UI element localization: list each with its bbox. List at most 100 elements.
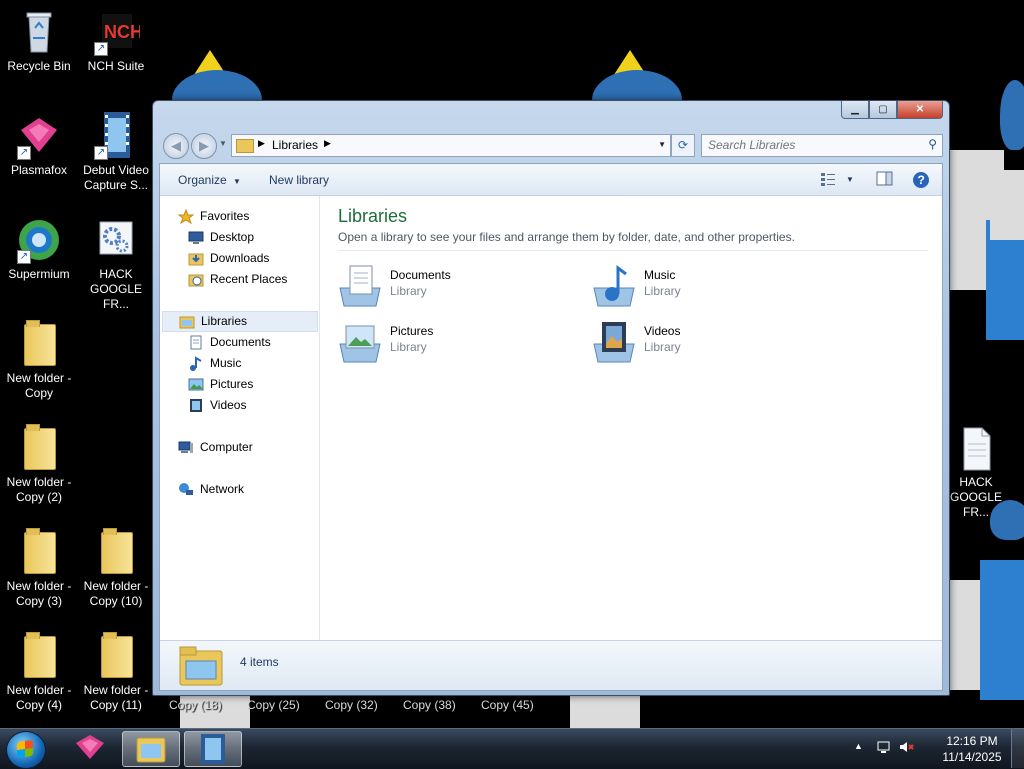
shortcut-arrow-icon: ↗ xyxy=(94,42,108,56)
pictures-library-icon xyxy=(336,320,384,364)
library-name: Videos xyxy=(644,324,681,338)
partial-desktop-label: Copy (18) xyxy=(169,698,222,712)
nav-libraries[interactable]: Libraries xyxy=(162,311,318,332)
refresh-button[interactable]: ⟳ xyxy=(671,134,695,157)
desktop-icon-label: Recycle Bin xyxy=(7,59,71,73)
nav-item-recent-places[interactable]: Recent Places xyxy=(188,270,308,289)
desktop-icon-new-folder-copy-10[interactable]: New folder - Copy (10) xyxy=(78,528,154,609)
breadcrumb-arrow-icon[interactable]: ▶ xyxy=(324,138,331,149)
system-clock[interactable]: 12:16 PM 11/14/2025 xyxy=(940,733,1004,765)
library-documents[interactable]: Documents Library xyxy=(336,260,566,312)
shortcut-arrow-icon: ↗ xyxy=(17,146,31,160)
organize-button[interactable]: Organize ▼ xyxy=(178,173,241,187)
nav-item-music[interactable]: Music xyxy=(188,354,308,373)
taskbar-explorer[interactable] xyxy=(122,731,180,767)
help-button[interactable]: ? xyxy=(912,171,930,188)
navigation-pane: Favorites Desktop Downloads Recent Place… xyxy=(160,196,320,640)
libraries-icon xyxy=(179,314,195,329)
maximize-button[interactable]: ▢ xyxy=(869,101,897,119)
view-options-dropdown[interactable]: ▼ xyxy=(846,175,854,184)
show-hidden-icons-button[interactable]: ▲ xyxy=(854,741,863,751)
forward-button[interactable]: ▶ xyxy=(191,133,217,159)
network-tray-icon[interactable] xyxy=(876,739,892,758)
documents-icon xyxy=(188,335,204,350)
desktop-icon-new-folder-copy[interactable]: New folder - Copy xyxy=(1,320,77,401)
desktop-icon-label: New folder - Copy (2) xyxy=(6,475,72,504)
desktop-icon-new-folder-copy-11[interactable]: New folder - Copy (11) xyxy=(78,632,154,713)
library-name: Music xyxy=(644,268,676,282)
close-button[interactable]: ✕ xyxy=(897,101,943,119)
new-library-button[interactable]: New library xyxy=(269,173,329,187)
search-box[interactable]: ⚲ xyxy=(701,134,943,157)
clock-time: 12:16 PM xyxy=(946,734,998,748)
library-music[interactable]: Music Library xyxy=(590,260,820,312)
taskbar: ▲ 12:16 PM 11/14/2025 xyxy=(0,728,1024,769)
library-videos[interactable]: Videos Library xyxy=(590,316,820,368)
minimize-icon: ▁ xyxy=(851,104,859,115)
desktop-icon-label: New folder - Copy xyxy=(6,371,72,400)
desktop-icon-recycle-bin[interactable]: Recycle Bin xyxy=(1,8,77,74)
desktop-icon-hack-google[interactable]: HACK GOOGLE FR... xyxy=(78,216,154,312)
desktop-icon-new-folder-copy-2[interactable]: New folder - Copy (2) xyxy=(1,424,77,505)
documents-library-icon xyxy=(336,264,384,308)
taskbar-plasmafox[interactable] xyxy=(62,731,118,765)
search-input[interactable] xyxy=(702,135,908,154)
show-desktop-button[interactable] xyxy=(1011,729,1024,768)
library-pictures[interactable]: Pictures Library xyxy=(336,316,566,368)
back-arrow-icon: ◀ xyxy=(171,138,181,153)
search-icon[interactable]: ⚲ xyxy=(928,137,937,151)
recent-pages-dropdown[interactable]: ▼ xyxy=(219,139,227,148)
content-pane: Libraries Open a library to see your fil… xyxy=(320,196,940,640)
desktop-icon-debut-video[interactable]: ↗ Debut Video Capture S... xyxy=(78,112,154,193)
music-library-icon xyxy=(590,264,638,308)
system-tray: ▲ 12:16 PM 11/14/2025 xyxy=(854,729,1024,769)
address-bar[interactable]: ▶ Libraries ▶ ▼ xyxy=(231,134,671,157)
partial-desktop-label: Copy (25) xyxy=(247,698,300,712)
nav-item-pictures[interactable]: Pictures xyxy=(188,375,308,394)
command-bar: Organize ▼ New library ▼ ? xyxy=(160,164,942,196)
taskbar-debut-video[interactable] xyxy=(184,731,242,767)
nav-network[interactable]: Network xyxy=(178,480,308,499)
navigation-bar: ◀ ▶ ▼ ▶ Libraries ▶ ▼ ⟳ ⚲ xyxy=(159,131,943,159)
folder-icon xyxy=(15,320,63,368)
nav-item-downloads[interactable]: Downloads xyxy=(188,249,308,268)
desktop-icon-supermium[interactable]: ↗ Supermium xyxy=(1,216,77,282)
change-view-button[interactable] xyxy=(820,171,838,187)
settings-gears-icon xyxy=(92,216,140,264)
library-type: Library xyxy=(390,340,427,354)
library-type: Library xyxy=(644,340,681,354)
preview-pane-button[interactable] xyxy=(876,171,894,187)
page-title: Libraries xyxy=(338,206,408,226)
chevron-down-icon: ▼ xyxy=(233,177,241,186)
library-name: Pictures xyxy=(390,324,434,338)
close-icon: ✕ xyxy=(915,104,925,115)
view-options-icon xyxy=(821,173,835,186)
breadcrumb-libraries[interactable]: Libraries xyxy=(272,138,318,152)
plasmafox-icon: ↗ xyxy=(15,112,63,160)
back-button[interactable]: ◀ xyxy=(163,133,189,159)
svg-text:NCH: NCH xyxy=(104,22,140,42)
desktop-icon-new-folder-copy-3[interactable]: New folder - Copy (3) xyxy=(1,528,77,609)
nav-item-videos[interactable]: Videos xyxy=(188,396,308,415)
start-button[interactable] xyxy=(6,731,46,769)
debut-video-icon xyxy=(201,734,225,764)
library-name: Documents xyxy=(390,268,451,282)
refresh-icon: ⟳ xyxy=(677,138,689,152)
shortcut-arrow-icon: ↗ xyxy=(94,146,108,160)
wallpaper-figure xyxy=(950,60,1024,400)
nav-computer[interactable]: Computer xyxy=(178,438,308,457)
nav-item-desktop[interactable]: Desktop xyxy=(188,228,308,247)
shortcut-arrow-icon: ↗ xyxy=(17,250,31,264)
nav-favorites[interactable]: Favorites xyxy=(177,207,308,226)
libraries-folder-icon xyxy=(236,139,254,153)
folder-icon xyxy=(15,528,63,576)
nch-suite-icon: NCH ↗ xyxy=(92,8,143,56)
address-history-dropdown[interactable]: ▼ xyxy=(658,140,666,149)
desktop-icon-new-folder-copy-4[interactable]: New folder - Copy (4) xyxy=(1,632,77,713)
desktop-icon-plasmafox[interactable]: ↗ Plasmafox xyxy=(1,112,77,178)
volume-muted-icon[interactable] xyxy=(898,739,914,758)
nav-item-documents[interactable]: Documents xyxy=(188,333,308,352)
desktop-icon-nch-suite[interactable]: NCH ↗ NCH Suite xyxy=(78,8,154,74)
minimize-button[interactable]: ▁ xyxy=(841,101,869,119)
breadcrumb-arrow-icon[interactable]: ▶ xyxy=(258,138,265,149)
